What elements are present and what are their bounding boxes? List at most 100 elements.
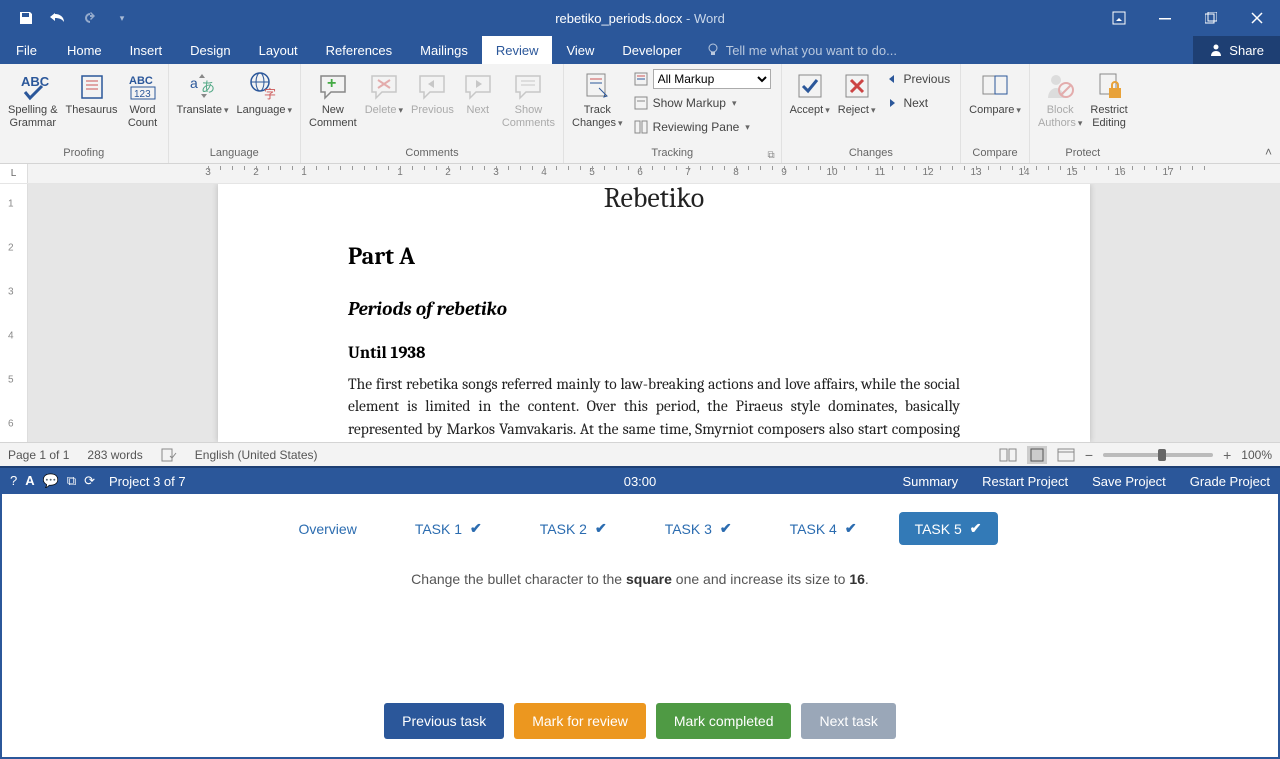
reviewing-pane-icon [633, 119, 649, 135]
accept-button[interactable]: Accept [786, 66, 834, 119]
translate-icon: aあ [187, 68, 219, 104]
display-for-review[interactable]: All Markup [629, 68, 775, 90]
tab-overview[interactable]: Overview [282, 512, 372, 545]
status-page[interactable]: Page 1 of 1 [8, 448, 69, 462]
group-compare: Compare Compare [961, 64, 1030, 163]
vertical-ruler[interactable]: 123456 [0, 184, 28, 442]
spelling-grammar-button[interactable]: ABC Spelling & Grammar [4, 66, 62, 132]
word-count-button[interactable]: ABC123 Word Count [122, 66, 164, 132]
svg-text:あ: あ [201, 79, 215, 95]
copy-icon[interactable]: ⧉ [67, 473, 76, 489]
redo-icon[interactable] [74, 0, 106, 36]
status-spellcheck-icon[interactable] [161, 448, 177, 462]
horizontal-ruler[interactable]: 3211234567891011121314151617 [28, 164, 1280, 183]
group-comments: + New Comment Delete Previous Next Show … [301, 64, 564, 163]
collapse-ribbon-icon[interactable]: ˄ [1265, 145, 1272, 159]
document-area: 123456 Rebetiko Part A Periods of rebeti… [0, 184, 1280, 442]
tab-layout[interactable]: Layout [245, 36, 312, 64]
tab-insert[interactable]: Insert [116, 36, 177, 64]
changes-previous-button[interactable]: Previous [881, 68, 954, 90]
restrict-editing-icon [1093, 68, 1125, 104]
status-words[interactable]: 283 words [87, 448, 142, 462]
language-button[interactable]: 字 Language [233, 66, 296, 119]
word-count-icon: ABC123 [126, 68, 160, 104]
maximize-icon[interactable] [1188, 0, 1234, 36]
tab-file[interactable]: File [0, 36, 53, 64]
previous-task-button[interactable]: Previous task [384, 703, 504, 739]
read-mode-icon[interactable] [999, 448, 1017, 462]
zoom-out-icon[interactable]: − [1085, 447, 1093, 463]
changes-next-label: Next [903, 96, 928, 110]
tell-me-search[interactable]: Tell me what you want to do... [706, 36, 1194, 64]
zoom-slider[interactable] [1103, 453, 1213, 457]
compare-icon [979, 68, 1011, 104]
changes-next-button[interactable]: Next [881, 92, 954, 114]
tracking-launcher-icon[interactable]: ⧉ [767, 150, 774, 161]
qat-more-icon[interactable]: ▾ [106, 0, 138, 36]
tab-review[interactable]: Review [482, 36, 553, 64]
print-layout-icon[interactable] [1027, 446, 1047, 464]
app-name: - Word [686, 11, 725, 26]
display-select[interactable]: All Markup [653, 69, 771, 89]
doc-title: Rebetiko [348, 184, 960, 214]
restart-project-link[interactable]: Restart Project [982, 474, 1068, 489]
web-layout-icon[interactable] [1057, 448, 1075, 462]
share-label: Share [1229, 43, 1264, 58]
undo-icon[interactable] [42, 0, 74, 36]
show-comments-button: Show Comments [498, 66, 559, 132]
tab-task2[interactable]: TASK 2✔ [524, 512, 623, 545]
tab-developer[interactable]: Developer [608, 36, 695, 64]
comment-icon[interactable]: 💬 [43, 473, 59, 489]
help-icon[interactable]: ? [10, 473, 17, 489]
changes-previous-label: Previous [903, 72, 950, 86]
reject-button[interactable]: Reject [834, 66, 880, 119]
check-icon: ✔ [845, 520, 857, 537]
thesaurus-button[interactable]: Thesaurus [62, 66, 122, 119]
title-bar: ▾ rebetiko_periods.docx - Word [0, 0, 1280, 36]
tab-task1[interactable]: TASK 1✔ [399, 512, 498, 545]
font-icon[interactable]: A [25, 473, 34, 489]
document-scroll[interactable]: Rebetiko Part A Periods of rebetiko Unti… [28, 184, 1280, 442]
check-icon: ✔ [595, 520, 607, 537]
zoom-in-icon[interactable]: + [1223, 447, 1231, 463]
summary-link[interactable]: Summary [902, 474, 958, 489]
tab-task4[interactable]: TASK 4✔ [774, 512, 873, 545]
grade-project-link[interactable]: Grade Project [1190, 474, 1270, 489]
zoom-thumb[interactable] [1158, 449, 1166, 461]
svg-text:ABC: ABC [21, 74, 49, 89]
next-task-button[interactable]: Next task [801, 703, 895, 739]
ribbon-display-icon[interactable] [1096, 0, 1142, 36]
lightbulb-icon [706, 43, 720, 57]
tab-mailings[interactable]: Mailings [406, 36, 482, 64]
zoom-level[interactable]: 100% [1241, 448, 1272, 462]
save-icon[interactable] [10, 0, 42, 36]
share-button[interactable]: Share [1193, 36, 1280, 64]
status-language[interactable]: English (United States) [195, 448, 318, 462]
mark-for-review-button[interactable]: Mark for review [514, 703, 646, 739]
restrict-editing-button[interactable]: Restrict Editing [1086, 66, 1131, 132]
reviewing-pane-button[interactable]: Reviewing Pane [629, 116, 775, 138]
show-markup-button[interactable]: Show Markup [629, 92, 775, 114]
save-project-link[interactable]: Save Project [1092, 474, 1166, 489]
next-comment-icon [462, 68, 494, 104]
minimize-icon[interactable] [1142, 0, 1188, 36]
tab-design[interactable]: Design [176, 36, 244, 64]
window-title: rebetiko_periods.docx - Word [555, 11, 725, 26]
tab-view[interactable]: View [552, 36, 608, 64]
group-language: aあ Translate 字 Language Language [169, 64, 301, 163]
group-comments-label: Comments [305, 145, 559, 163]
track-changes-button[interactable]: Track Changes [568, 66, 627, 132]
tab-task3[interactable]: TASK 3✔ [649, 512, 748, 545]
compare-button[interactable]: Compare [965, 66, 1025, 119]
tab-home[interactable]: Home [53, 36, 116, 64]
previous-icon [885, 72, 899, 86]
markup-icon [633, 71, 649, 87]
reviewing-pane-label: Reviewing Pane [653, 120, 740, 134]
new-comment-button[interactable]: + New Comment [305, 66, 361, 132]
tab-references[interactable]: References [312, 36, 406, 64]
refresh-icon[interactable]: ⟳ [84, 473, 95, 489]
mark-completed-button[interactable]: Mark completed [656, 703, 792, 739]
translate-button[interactable]: aあ Translate [173, 66, 233, 119]
tab-task5[interactable]: TASK 5✔ [899, 512, 998, 545]
close-icon[interactable] [1234, 0, 1280, 36]
